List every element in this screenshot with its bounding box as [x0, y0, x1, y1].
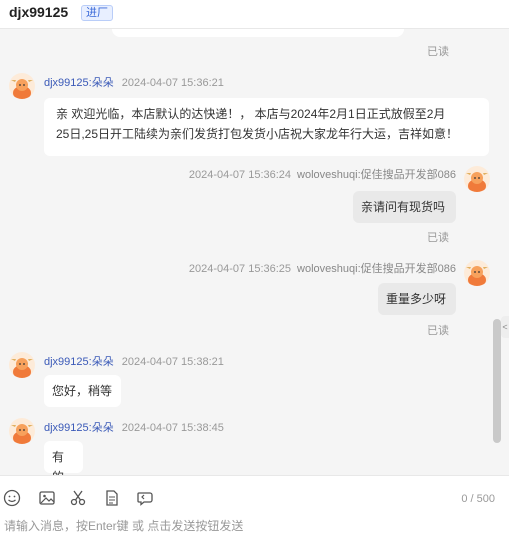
- avatar[interactable]: [464, 166, 490, 192]
- message-text: 您好，稍等: [52, 384, 113, 398]
- message-text: 重量多少呀: [386, 292, 447, 306]
- collapse-tab[interactable]: <: [501, 316, 509, 338]
- history-icon[interactable]: [136, 489, 154, 507]
- message-time: 2024-04-07 15:38:45: [121, 422, 224, 434]
- message-time: 2024-04-07 15:36:25: [188, 263, 292, 275]
- message-meta: 2024-04-07 15:36:25 woloveshuqi:促佳搜品开发部08…: [189, 260, 456, 276]
- avatar[interactable]: [9, 352, 35, 378]
- message-bubble-own: 亲请问有现货吗: [353, 191, 456, 223]
- avatar[interactable]: [464, 260, 490, 286]
- sender-name[interactable]: djx99125:朵朵: [44, 77, 114, 89]
- sender-name[interactable]: djx99125:朵朵: [44, 356, 114, 368]
- message-input[interactable]: [0, 515, 509, 537]
- message-meta: 2024-04-07 15:36:24 woloveshuqi:促佳搜品开发部08…: [189, 166, 456, 182]
- sender-name[interactable]: djx99125:朵朵: [44, 422, 114, 434]
- message-meta: djx99125:朵朵 2024-04-07 15:36:21: [44, 74, 224, 90]
- message-text-line: 亲 欢迎光临，本店默认的达快递！， 本店与2024年2月1日正式放假至2月: [56, 107, 446, 121]
- message-bubble: 有的: [44, 441, 83, 475]
- status-badge: 进厂: [81, 5, 113, 21]
- message-time: 2024-04-07 15:36:21: [121, 77, 224, 89]
- read-receipt: 已读: [427, 46, 449, 58]
- read-receipt: 已读: [427, 325, 449, 337]
- document-icon[interactable]: [103, 489, 121, 507]
- composer-toolbar: 0 / 500: [0, 475, 509, 516]
- message-bubble-own: 重量多少呀: [378, 283, 456, 315]
- emoji-icon[interactable]: [3, 489, 21, 507]
- avatar[interactable]: [9, 418, 35, 444]
- char-counter: 0 / 500: [461, 493, 495, 505]
- message-time: 2024-04-07 15:38:21: [121, 356, 224, 368]
- image-icon[interactable]: [38, 489, 56, 507]
- scrollbar-thumb[interactable]: [493, 319, 501, 443]
- cow-avatar-icon: [466, 172, 488, 192]
- message-text: 亲请问有现货吗: [361, 200, 446, 214]
- scissors-icon[interactable]: [69, 489, 87, 507]
- message-meta: djx99125:朵朵 2024-04-07 15:38:45: [44, 419, 224, 435]
- cow-avatar-icon: [11, 79, 33, 99]
- message-time: 2024-04-07 15:36:24: [188, 169, 292, 181]
- cow-avatar-icon: [11, 424, 33, 444]
- message-text-line: 25日,25日开工陆续为亲们发货打包发货小店祝大家龙年行大运，吉祥如意！: [56, 127, 459, 141]
- read-receipt: 已读: [427, 232, 449, 244]
- cow-avatar-icon: [11, 358, 33, 378]
- avatar[interactable]: [9, 73, 35, 99]
- message-bubble: 亲 欢迎光临，本店默认的达快递！， 本店与2024年2月1日正式放假至2月 25…: [44, 98, 489, 156]
- chat-title: djx99125: [9, 4, 69, 20]
- cow-avatar-icon: [466, 266, 488, 286]
- message-meta: djx99125:朵朵 2024-04-07 15:38:21: [44, 353, 224, 369]
- message-bubble-partial: [112, 29, 404, 37]
- sender-name[interactable]: woloveshuqi:促佳搜品开发部086: [297, 169, 456, 181]
- message-list[interactable]: 已读 djx99125:朵朵 2024-04-07 15:36:21 亲 欢迎光临…: [0, 29, 509, 475]
- chat-header: djx99125 进厂: [0, 0, 509, 29]
- sender-name[interactable]: woloveshuqi:促佳搜品开发部086: [297, 263, 456, 275]
- message-input-area: [0, 515, 509, 539]
- message-bubble: 您好，稍等: [44, 375, 121, 407]
- message-text: 有的: [52, 450, 65, 475]
